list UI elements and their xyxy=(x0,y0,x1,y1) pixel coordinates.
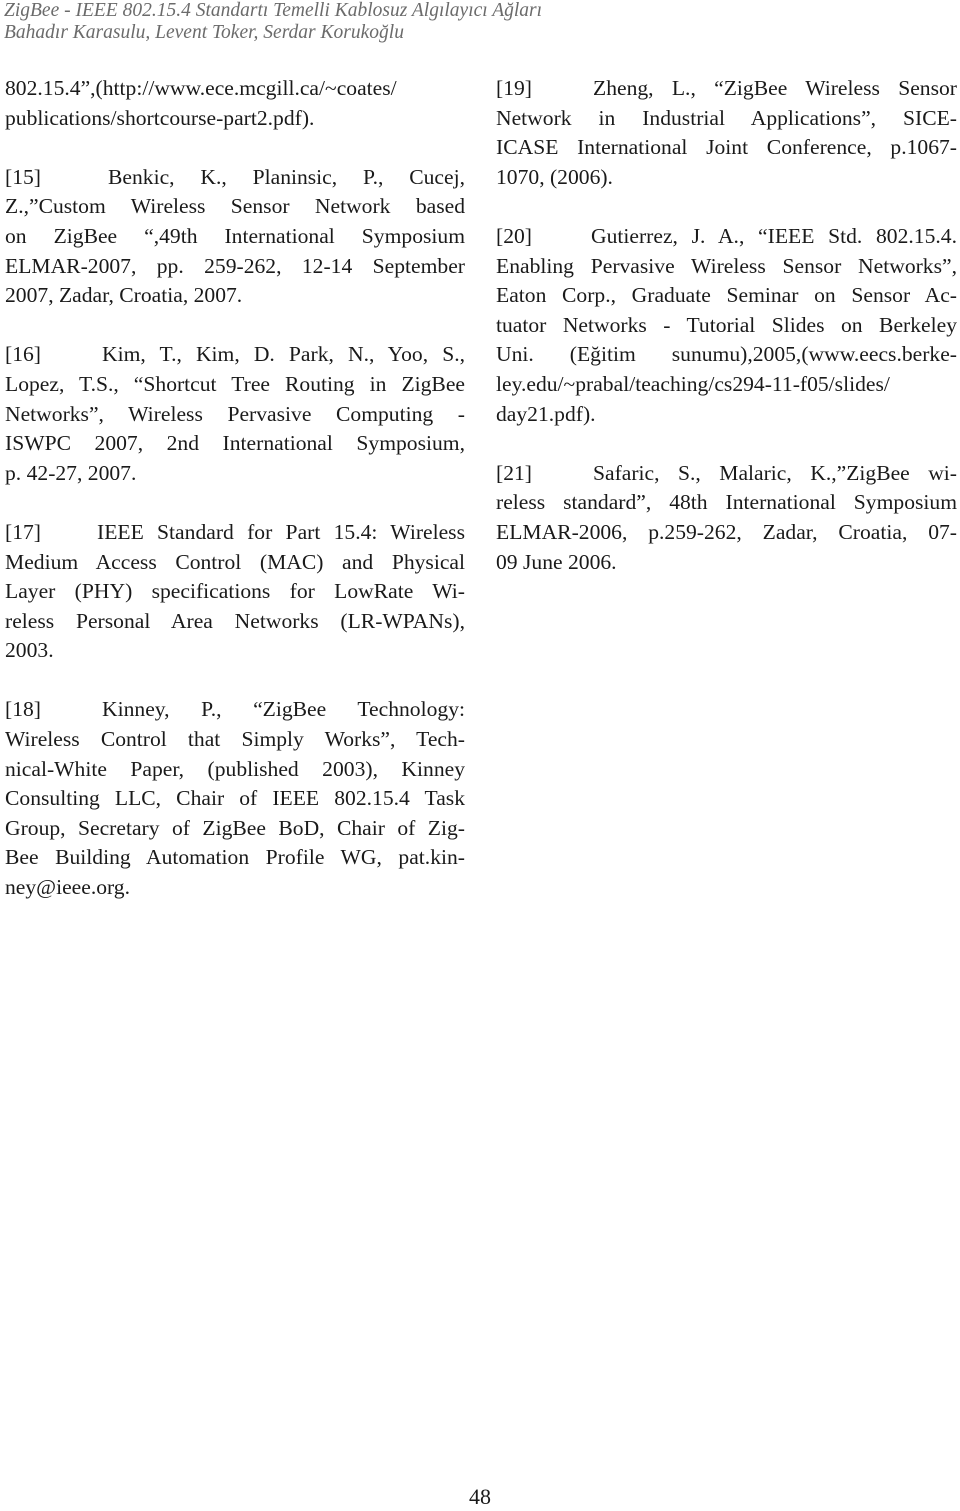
reference-continued: 802.15.4”,(http://www.ece.mcgill.ca/~coa… xyxy=(5,74,465,133)
reference-line: ELMAR-2007, pp. 259-262, 12-14 September xyxy=(5,253,465,278)
reference-number: [19] xyxy=(496,76,532,100)
reference-line: Lopez, T.S., “Shortcut Tree Routing in Z… xyxy=(5,371,465,396)
article-authors: Bahadır Karasulu, Levent Toker, Serdar K… xyxy=(4,22,404,43)
reference-line: on ZigBee “,49th International Symposium xyxy=(5,223,465,248)
reference-line: Zheng, L., “ZigBee Wireless Sensor xyxy=(593,76,957,100)
reference-line: reless standard”, 48th International Sym… xyxy=(496,490,957,515)
reference-line: Networks”, Wireless Pervasive Computing … xyxy=(5,401,465,426)
reference-line: tuator Networks - Tutorial Slides on Ber… xyxy=(496,312,957,337)
reference-line: Kinney, P., “ZigBee Technology: xyxy=(102,697,465,722)
reference-16: [16] Kim, T., Kim, D. Park, N., Yoo, S., … xyxy=(5,340,465,488)
reference-number: [21] xyxy=(496,460,532,485)
reference-line: 2003. xyxy=(5,638,54,663)
page-number: 48 xyxy=(469,1484,491,1509)
reference-number: [16] xyxy=(5,342,41,367)
reference-line: day21.pdf). xyxy=(496,401,596,426)
reference-line: ELMAR-2006, p.259-262, Zadar, Croatia, 0… xyxy=(496,519,957,544)
reference-20: [20] Gutierrez, J. A., “IEEE Std. 802.15.… xyxy=(496,222,957,429)
reference-line: ICASE International Joint Conference, p.… xyxy=(496,135,957,160)
reference-line: IEEE Standard for Part 15.4: Wireless xyxy=(97,519,465,544)
journal-title: ZigBee - IEEE 802.15.4 Standartı Temelli… xyxy=(4,0,543,21)
reference-line: nical-White Paper, (published 2003), Kin… xyxy=(5,756,465,781)
reference-line: p. 42-27, 2007. xyxy=(5,460,137,485)
reference-line: Consulting LLC, Chair of IEEE 802.15.4 T… xyxy=(5,786,465,811)
reference-19: [19] Zheng, L., “ZigBee Wireless Sensor N… xyxy=(496,74,957,192)
reference-line: Gutierrez, J. A., “IEEE Std. 802.15.4. xyxy=(591,223,957,248)
reference-line: Enabling Pervasive Wireless Sensor Netwo… xyxy=(496,253,957,278)
reference-line: Safaric, S., Malaric, K.,”ZigBee wi- xyxy=(593,460,957,485)
reference-number: [20] xyxy=(496,223,532,248)
reference-18: [18] Kinney, P., “ZigBee Technology: Wire… xyxy=(5,695,465,902)
left-column: 802.15.4”,(http://www.ece.mcgill.ca/~coa… xyxy=(5,74,465,932)
reference-line: reless Personal Area Networks (LR-WPANs)… xyxy=(5,608,465,633)
reference-line: 1070, (2006). xyxy=(496,164,613,189)
reference-line: Wireless Control that Simply Works”, Tec… xyxy=(5,727,465,752)
running-header: ZigBee - IEEE 802.15.4 Standartı Temelli… xyxy=(4,0,542,44)
reference-line: publications/shortcourse-part2.pdf). xyxy=(5,105,315,130)
reference-line: 09 June 2006. xyxy=(496,549,617,574)
reference-line: Layer (PHY) specifications for LowRate W… xyxy=(5,579,465,604)
reference-17: [17] IEEE Standard for Part 15.4: Wireles… xyxy=(5,518,465,666)
reference-line: Bee Building Automation Profile WG, pat.… xyxy=(5,845,465,870)
right-column: [19] Zheng, L., “ZigBee Wireless Sensor N… xyxy=(496,74,957,607)
reference-line: Eaton Corp., Graduate Seminar on Sensor … xyxy=(496,283,957,308)
reference-line: Z.,”Custom Wireless Sensor Network based xyxy=(5,194,465,219)
reference-line: 2007, Zadar, Croatia, 2007. xyxy=(5,283,243,308)
reference-number: [15] xyxy=(5,164,41,189)
reference-line: Kim, T., Kim, D. Park, N., Yoo, S., xyxy=(102,342,465,367)
reference-line: Group, Secretary of ZigBee BoD, Chair of… xyxy=(5,815,465,840)
reference-line: ley.edu/~prabal/teaching/cs294-11-f05/sl… xyxy=(496,371,890,396)
reference-15: [15] Benkic, K., Planinsic, P., Cucej, Z.… xyxy=(5,163,465,311)
reference-line: Network in Industrial Applications”, SIC… xyxy=(496,105,957,130)
reference-line: 802.15.4”,(http://www.ece.mcgill.ca/~coa… xyxy=(5,76,397,100)
reference-number: [18] xyxy=(5,697,41,722)
reference-line: ney@ieee.org. xyxy=(5,875,131,900)
reference-number: [17] xyxy=(5,519,41,544)
reference-line: ISWPC 2007, 2nd International Symposium, xyxy=(5,431,465,456)
reference-line: Benkic, K., Planinsic, P., Cucej, xyxy=(108,164,465,189)
reference-line: Uni. (Eğitim sunumu),2005,(www.eecs.berk… xyxy=(496,342,957,367)
reference-line: Medium Access Control (MAC) and Physical xyxy=(5,549,465,574)
reference-21: [21] Safaric, S., Malaric, K.,”ZigBee wi-… xyxy=(496,459,957,577)
